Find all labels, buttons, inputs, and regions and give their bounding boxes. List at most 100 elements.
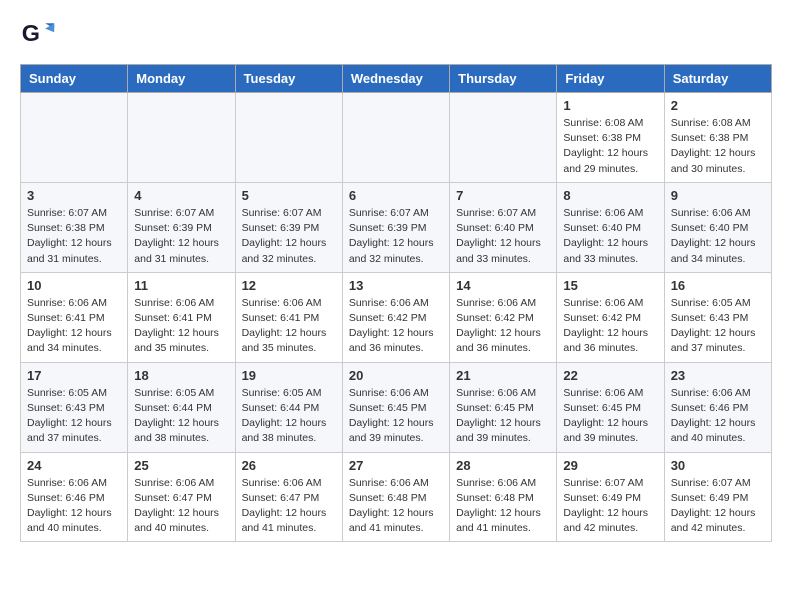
day-number: 19	[242, 368, 336, 383]
day-info: Sunrise: 6:07 AM Sunset: 6:39 PM Dayligh…	[134, 206, 228, 267]
day-info: Sunrise: 6:06 AM Sunset: 6:40 PM Dayligh…	[671, 206, 765, 267]
day-number: 6	[349, 188, 443, 203]
day-info: Sunrise: 6:08 AM Sunset: 6:38 PM Dayligh…	[563, 116, 657, 177]
calendar-cell: 9 Sunrise: 6:06 AM Sunset: 6:40 PM Daylig…	[664, 182, 771, 272]
calendar-cell	[235, 93, 342, 183]
day-number: 27	[349, 458, 443, 473]
day-info: Sunrise: 6:06 AM Sunset: 6:45 PM Dayligh…	[349, 386, 443, 447]
day-of-week-header: Wednesday	[342, 65, 449, 93]
day-number: 18	[134, 368, 228, 383]
day-number: 9	[671, 188, 765, 203]
day-info: Sunrise: 6:06 AM Sunset: 6:47 PM Dayligh…	[134, 476, 228, 537]
day-info: Sunrise: 6:07 AM Sunset: 6:40 PM Dayligh…	[456, 206, 550, 267]
calendar-cell: 21 Sunrise: 6:06 AM Sunset: 6:45 PM Dayli…	[450, 362, 557, 452]
day-number: 3	[27, 188, 121, 203]
page-container: G SundayMondayTuesdayWednesdayThursdayFr…	[0, 0, 792, 558]
calendar-cell: 25 Sunrise: 6:06 AM Sunset: 6:47 PM Dayli…	[128, 452, 235, 542]
day-number: 5	[242, 188, 336, 203]
calendar-cell: 4 Sunrise: 6:07 AM Sunset: 6:39 PM Daylig…	[128, 182, 235, 272]
day-info: Sunrise: 6:06 AM Sunset: 6:42 PM Dayligh…	[456, 296, 550, 357]
day-info: Sunrise: 6:06 AM Sunset: 6:41 PM Dayligh…	[134, 296, 228, 357]
day-number: 2	[671, 98, 765, 113]
calendar-cell: 26 Sunrise: 6:06 AM Sunset: 6:47 PM Dayli…	[235, 452, 342, 542]
day-info: Sunrise: 6:06 AM Sunset: 6:41 PM Dayligh…	[27, 296, 121, 357]
day-info: Sunrise: 6:08 AM Sunset: 6:38 PM Dayligh…	[671, 116, 765, 177]
day-number: 16	[671, 278, 765, 293]
calendar-week-row: 24Sunrise: 6:06 AM Sunset: 6:46 PM Dayli…	[21, 452, 772, 542]
day-number: 25	[134, 458, 228, 473]
calendar-cell: 5 Sunrise: 6:07 AM Sunset: 6:39 PM Daylig…	[235, 182, 342, 272]
day-number: 20	[349, 368, 443, 383]
day-info: Sunrise: 6:07 AM Sunset: 6:39 PM Dayligh…	[242, 206, 336, 267]
calendar-cell: 19 Sunrise: 6:05 AM Sunset: 6:44 PM Dayli…	[235, 362, 342, 452]
day-number: 10	[27, 278, 121, 293]
calendar-cell: 3 Sunrise: 6:07 AM Sunset: 6:38 PM Daylig…	[21, 182, 128, 272]
day-number: 23	[671, 368, 765, 383]
calendar-cell: 22 Sunrise: 6:06 AM Sunset: 6:45 PM Dayli…	[557, 362, 664, 452]
day-info: Sunrise: 6:07 AM Sunset: 6:49 PM Dayligh…	[563, 476, 657, 537]
day-info: Sunrise: 6:05 AM Sunset: 6:44 PM Dayligh…	[242, 386, 336, 447]
calendar-cell: 17 Sunrise: 6:05 AM Sunset: 6:43 PM Dayli…	[21, 362, 128, 452]
day-number: 13	[349, 278, 443, 293]
calendar-cell: 8 Sunrise: 6:06 AM Sunset: 6:40 PM Daylig…	[557, 182, 664, 272]
day-info: Sunrise: 6:06 AM Sunset: 6:41 PM Dayligh…	[242, 296, 336, 357]
day-number: 15	[563, 278, 657, 293]
calendar-cell: 15 Sunrise: 6:06 AM Sunset: 6:42 PM Dayli…	[557, 272, 664, 362]
calendar-cell: 28 Sunrise: 6:06 AM Sunset: 6:48 PM Dayli…	[450, 452, 557, 542]
day-info: Sunrise: 6:06 AM Sunset: 6:47 PM Dayligh…	[242, 476, 336, 537]
calendar-cell: 29Sunrise: 6:07 AM Sunset: 6:49 PM Dayli…	[557, 452, 664, 542]
day-info: Sunrise: 6:05 AM Sunset: 6:43 PM Dayligh…	[27, 386, 121, 447]
calendar-cell: 18 Sunrise: 6:05 AM Sunset: 6:44 PM Dayli…	[128, 362, 235, 452]
calendar-cell	[342, 93, 449, 183]
day-info: Sunrise: 6:07 AM Sunset: 6:38 PM Dayligh…	[27, 206, 121, 267]
calendar-cell: 23 Sunrise: 6:06 AM Sunset: 6:46 PM Dayli…	[664, 362, 771, 452]
day-info: Sunrise: 6:06 AM Sunset: 6:42 PM Dayligh…	[563, 296, 657, 357]
days-of-week-row: SundayMondayTuesdayWednesdayThursdayFrid…	[21, 65, 772, 93]
day-number: 8	[563, 188, 657, 203]
day-number: 21	[456, 368, 550, 383]
day-info: Sunrise: 6:06 AM Sunset: 6:48 PM Dayligh…	[456, 476, 550, 537]
day-number: 26	[242, 458, 336, 473]
svg-text:G: G	[22, 20, 40, 46]
calendar-cell: 24Sunrise: 6:06 AM Sunset: 6:46 PM Dayli…	[21, 452, 128, 542]
day-info: Sunrise: 6:06 AM Sunset: 6:48 PM Dayligh…	[349, 476, 443, 537]
calendar-week-row: 17 Sunrise: 6:05 AM Sunset: 6:43 PM Dayli…	[21, 362, 772, 452]
day-of-week-header: Thursday	[450, 65, 557, 93]
day-info: Sunrise: 6:07 AM Sunset: 6:39 PM Dayligh…	[349, 206, 443, 267]
calendar-cell: 7 Sunrise: 6:07 AM Sunset: 6:40 PM Daylig…	[450, 182, 557, 272]
calendar-cell: 11Sunrise: 6:06 AM Sunset: 6:41 PM Dayli…	[128, 272, 235, 362]
day-of-week-header: Tuesday	[235, 65, 342, 93]
logo-icon: G	[20, 16, 56, 52]
calendar-cell: 27 Sunrise: 6:06 AM Sunset: 6:48 PM Dayli…	[342, 452, 449, 542]
logo: G	[20, 16, 60, 52]
day-info: Sunrise: 6:06 AM Sunset: 6:45 PM Dayligh…	[456, 386, 550, 447]
day-number: 24	[27, 458, 121, 473]
day-info: Sunrise: 6:06 AM Sunset: 6:45 PM Dayligh…	[563, 386, 657, 447]
day-number: 7	[456, 188, 550, 203]
calendar-header: SundayMondayTuesdayWednesdayThursdayFrid…	[21, 65, 772, 93]
calendar-body: 1Sunrise: 6:08 AM Sunset: 6:38 PM Daylig…	[21, 93, 772, 542]
day-of-week-header: Friday	[557, 65, 664, 93]
calendar-cell: 12 Sunrise: 6:06 AM Sunset: 6:41 PM Dayli…	[235, 272, 342, 362]
day-number: 28	[456, 458, 550, 473]
day-number: 14	[456, 278, 550, 293]
day-info: Sunrise: 6:06 AM Sunset: 6:40 PM Dayligh…	[563, 206, 657, 267]
day-info: Sunrise: 6:06 AM Sunset: 6:42 PM Dayligh…	[349, 296, 443, 357]
day-info: Sunrise: 6:05 AM Sunset: 6:44 PM Dayligh…	[134, 386, 228, 447]
day-number: 4	[134, 188, 228, 203]
calendar-cell: 2 Sunrise: 6:08 AM Sunset: 6:38 PM Daylig…	[664, 93, 771, 183]
day-number: 17	[27, 368, 121, 383]
day-info: Sunrise: 6:07 AM Sunset: 6:49 PM Dayligh…	[671, 476, 765, 537]
calendar-cell: 10 Sunrise: 6:06 AM Sunset: 6:41 PM Dayli…	[21, 272, 128, 362]
calendar-week-row: 10 Sunrise: 6:06 AM Sunset: 6:41 PM Dayli…	[21, 272, 772, 362]
calendar-cell: 30Sunrise: 6:07 AM Sunset: 6:49 PM Dayli…	[664, 452, 771, 542]
calendar-cell	[450, 93, 557, 183]
day-number: 22	[563, 368, 657, 383]
day-info: Sunrise: 6:06 AM Sunset: 6:46 PM Dayligh…	[671, 386, 765, 447]
calendar: SundayMondayTuesdayWednesdayThursdayFrid…	[20, 64, 772, 542]
calendar-cell: 6 Sunrise: 6:07 AM Sunset: 6:39 PM Daylig…	[342, 182, 449, 272]
calendar-week-row: 3 Sunrise: 6:07 AM Sunset: 6:38 PM Daylig…	[21, 182, 772, 272]
day-of-week-header: Saturday	[664, 65, 771, 93]
day-number: 12	[242, 278, 336, 293]
calendar-cell: 1Sunrise: 6:08 AM Sunset: 6:38 PM Daylig…	[557, 93, 664, 183]
